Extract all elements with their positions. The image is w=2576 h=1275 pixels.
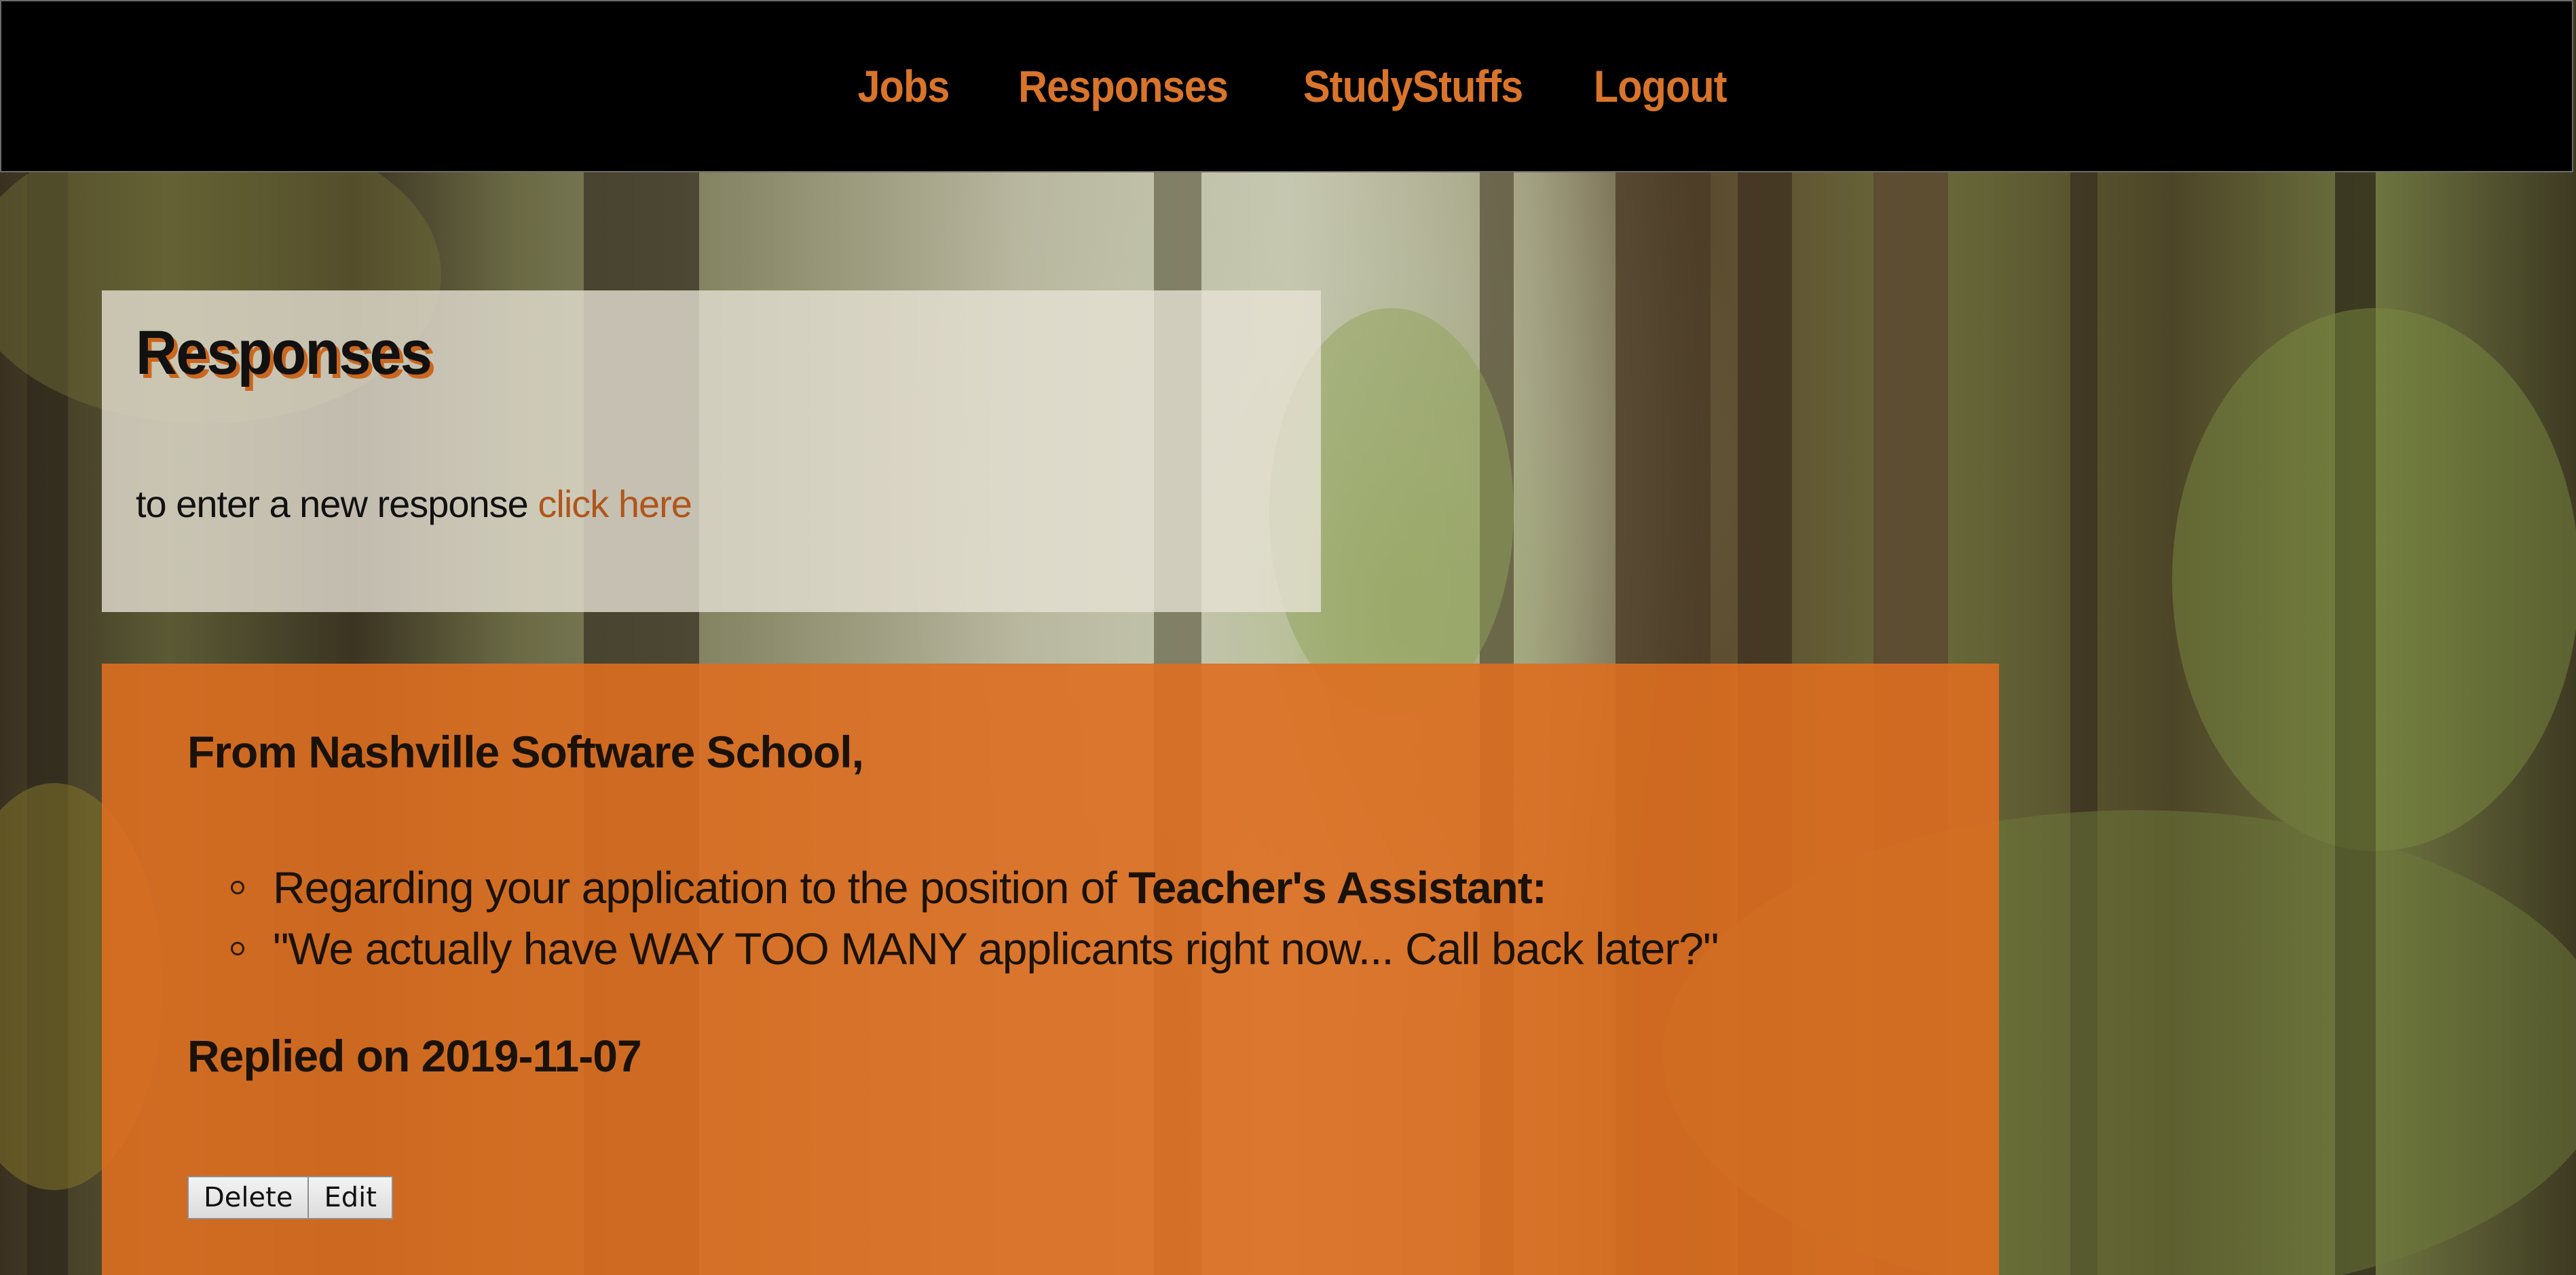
nav-link-studystuffs[interactable]: StudyStuffs	[1303, 60, 1523, 112]
new-response-link[interactable]: click here	[538, 482, 692, 525]
response-actions: Delete Edit	[187, 1176, 393, 1219]
nav-link-logout[interactable]: Logout	[1594, 60, 1728, 112]
delete-button[interactable]: Delete	[187, 1176, 310, 1219]
response-card: From Nashville Software School, Regardin…	[102, 664, 1999, 1275]
circle-bullet-icon	[231, 881, 244, 894]
edit-button[interactable]: Edit	[309, 1176, 393, 1219]
new-response-prompt: to enter a new response click here	[136, 482, 692, 526]
response-details-list: Regarding your application to the positi…	[231, 857, 1719, 979]
top-navbar: Jobs Responses StudyStuffs Logout	[0, 0, 2573, 172]
response-from: From Nashville Software School,	[187, 727, 864, 777]
replied-date: Replied on 2019-11-07	[187, 1031, 642, 1081]
circle-bullet-icon	[231, 942, 244, 955]
list-item-regarding: Regarding your application to the positi…	[231, 857, 1718, 918]
regarding-prefix: Regarding your application to the positi…	[273, 862, 1117, 913]
nav-link-jobs[interactable]: Jobs	[858, 60, 950, 112]
response-message: "We actually have WAY TOO MANY applicant…	[273, 924, 1719, 974]
new-response-text: to enter a new response	[136, 482, 529, 525]
responses-header-panel: Responses to enter a new response click …	[102, 290, 1321, 612]
list-item-message: "We actually have WAY TOO MANY applicant…	[231, 918, 1719, 979]
nav-link-responses[interactable]: Responses	[1018, 60, 1229, 112]
page-title: Responses	[136, 318, 432, 387]
position-title: Teacher's Assistant:	[1128, 862, 1547, 913]
